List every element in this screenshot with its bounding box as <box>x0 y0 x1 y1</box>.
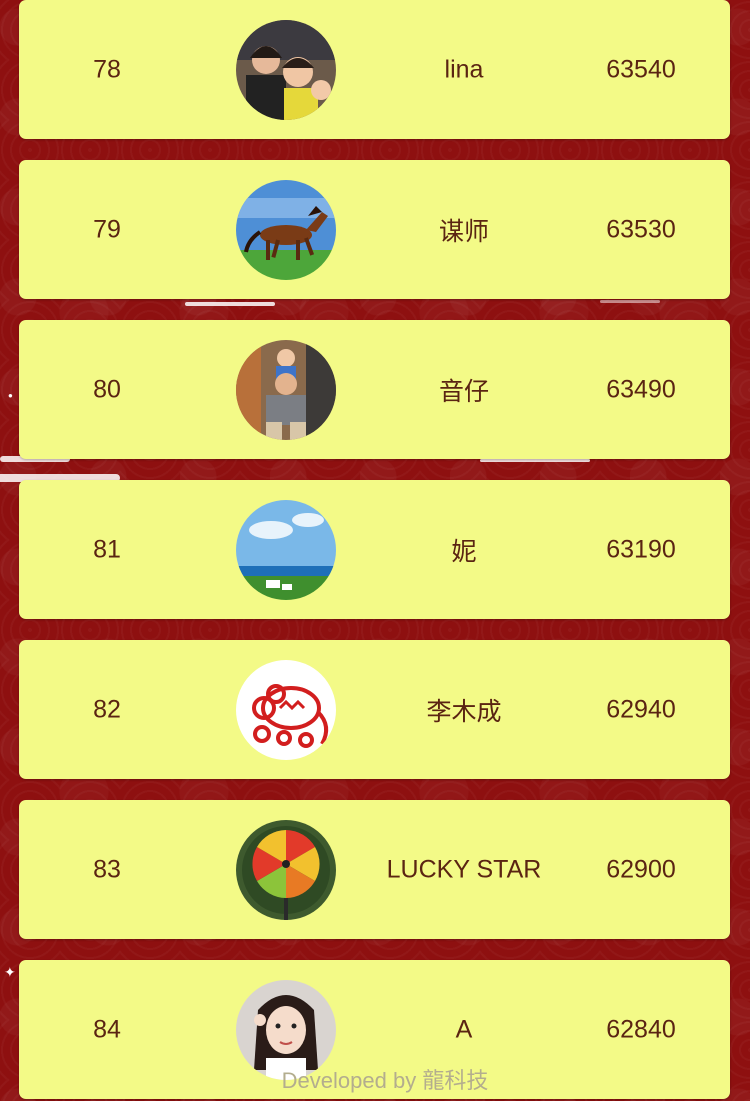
player-name: 谋师 <box>438 217 490 246</box>
family-photo-avatar <box>236 19 336 120</box>
leaderboard-list: 78 lina 63540 79 谋师 63530 80 音仔 63490 81… <box>0 0 750 1101</box>
leaderboard-row[interactable]: 83 LUCKY STAR 62900 <box>19 800 730 939</box>
paper-cut-rat-avatar <box>236 659 336 760</box>
score-value: 63530 <box>606 215 676 243</box>
seaside-avatar <box>236 499 336 600</box>
player-name: A <box>455 1015 473 1043</box>
prize-wheel-avatar <box>236 819 336 920</box>
rank-number: 80 <box>93 375 121 403</box>
player-name: 音仔 <box>438 377 490 406</box>
leaderboard-row[interactable]: 81 妮 63190 <box>19 480 730 619</box>
player-name: lina <box>444 55 484 83</box>
leaderboard-row[interactable]: 82 李木成 62940 <box>19 640 730 779</box>
rank-number: 83 <box>93 855 121 883</box>
rank-number: 84 <box>93 1015 121 1043</box>
rank-number: 79 <box>93 215 121 243</box>
father-child-avatar <box>236 339 336 440</box>
rank-number: 82 <box>93 695 121 723</box>
score-value: 63190 <box>606 535 676 563</box>
leaderboard-row[interactable]: 79 谋师 63530 <box>19 160 730 299</box>
score-value: 63540 <box>606 55 676 83</box>
leaderboard-row[interactable]: 80 音仔 63490 <box>19 320 730 459</box>
score-value: 62940 <box>606 695 676 723</box>
developer-credit: Developed by 龍科技 <box>281 1068 489 1093</box>
leaderboard-row[interactable]: 78 lina 63540 <box>19 0 730 139</box>
rank-number: 78 <box>93 55 121 83</box>
score-value: 62840 <box>606 1015 676 1043</box>
horse-avatar <box>236 179 336 280</box>
score-value: 63490 <box>606 375 676 403</box>
player-name: LUCKY STAR <box>386 855 542 883</box>
player-name: 李木成 <box>426 697 502 726</box>
rank-number: 81 <box>93 535 121 563</box>
player-name: 妮 <box>451 537 477 566</box>
score-value: 62900 <box>606 855 676 883</box>
